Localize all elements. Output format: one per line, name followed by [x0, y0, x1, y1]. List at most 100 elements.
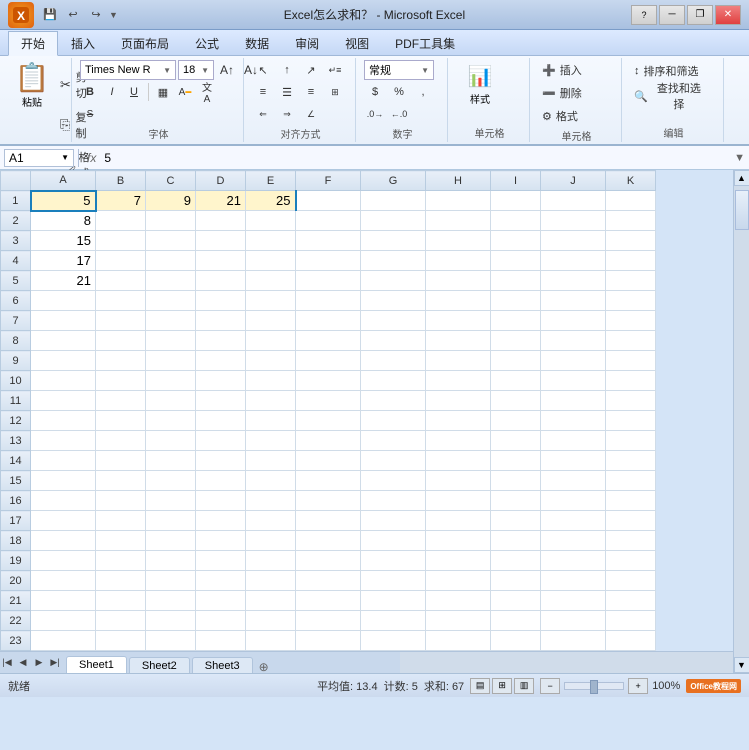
cell-H4[interactable]	[426, 251, 491, 271]
col-header-A[interactable]: A	[31, 171, 96, 191]
cell-E5[interactable]	[246, 271, 296, 291]
cell-K4[interactable]	[606, 251, 656, 271]
scroll-thumb[interactable]	[735, 190, 749, 230]
col-header-J[interactable]: J	[541, 171, 606, 191]
cell-H2[interactable]	[426, 211, 491, 231]
cell-B3[interactable]	[96, 231, 146, 251]
zoom-thumb[interactable]	[590, 680, 598, 694]
decrease-decimal-btn[interactable]: ←.0	[388, 104, 410, 124]
tab-insert[interactable]: 插入	[58, 31, 108, 55]
col-header-K[interactable]: K	[606, 171, 656, 191]
tab-prev-btn[interactable]: ◀	[16, 657, 30, 668]
currency-btn[interactable]: $	[364, 82, 386, 102]
font-color-btn[interactable]: 文A	[197, 82, 217, 102]
underline-btn[interactable]: U	[124, 82, 144, 102]
cell-D3[interactable]	[196, 231, 246, 251]
fill-color-btn[interactable]: A▬	[175, 82, 195, 102]
cell-B2[interactable]	[96, 211, 146, 231]
cell-J3[interactable]	[541, 231, 606, 251]
cell-F4[interactable]	[296, 251, 361, 271]
delete-cell-btn[interactable]: ➖ 删除	[538, 83, 608, 103]
cell-H5[interactable]	[426, 271, 491, 291]
align-top-left-btn[interactable]: ↖	[252, 60, 274, 80]
cell-A1[interactable]: 5	[31, 191, 96, 211]
col-header-I[interactable]: I	[491, 171, 541, 191]
cell-I1[interactable]	[491, 191, 541, 211]
cell-E4[interactable]	[246, 251, 296, 271]
col-header-F[interactable]: F	[296, 171, 361, 191]
cell-F5[interactable]	[296, 271, 361, 291]
zoom-slider[interactable]	[564, 682, 624, 690]
h-scroll-track[interactable]	[400, 652, 734, 673]
formula-expand-btn[interactable]: ▼	[734, 152, 745, 164]
percent-btn[interactable]: %	[388, 82, 410, 102]
cell-K3[interactable]	[606, 231, 656, 251]
cell-C3[interactable]	[146, 231, 196, 251]
find-select-btn[interactable]: 🔍 查找和选择	[630, 85, 710, 107]
orient-btn[interactable]: ∠	[300, 104, 322, 124]
col-header-G[interactable]: G	[361, 171, 426, 191]
indent-decrease-btn[interactable]: ⇐	[252, 104, 274, 124]
merge-btn[interactable]: ⊞	[324, 82, 346, 102]
sheet-tab-1[interactable]: Sheet1	[66, 656, 127, 673]
border-btn[interactable]: ▦	[153, 82, 173, 102]
tab-review[interactable]: 审阅	[282, 31, 332, 55]
col-header-C[interactable]: C	[146, 171, 196, 191]
page-layout-btn[interactable]: ⊞	[492, 678, 512, 694]
font-size-selector[interactable]: 18 ▼	[178, 60, 214, 80]
cell-F1[interactable]	[296, 191, 361, 211]
cell-C5[interactable]	[146, 271, 196, 291]
cell-A3[interactable]: 15	[31, 231, 96, 251]
cell-D5[interactable]	[196, 271, 246, 291]
cell-K2[interactable]	[606, 211, 656, 231]
align-top-right-btn[interactable]: ↗	[300, 60, 322, 80]
cell-H3[interactable]	[426, 231, 491, 251]
insert-cell-btn[interactable]: ➕ 插入	[538, 60, 608, 80]
bold-btn[interactable]: B	[80, 82, 100, 102]
cell-C4[interactable]	[146, 251, 196, 271]
ribbon-toggle-btn[interactable]: ?	[631, 5, 657, 25]
align-center-btn[interactable]: ☰	[276, 82, 298, 102]
cell-A4[interactable]: 17	[31, 251, 96, 271]
col-header-E[interactable]: E	[246, 171, 296, 191]
cell-E2[interactable]	[246, 211, 296, 231]
scroll-down-btn[interactable]: ▼	[734, 657, 749, 673]
tab-data[interactable]: 数据	[232, 31, 282, 55]
cell-K1[interactable]	[606, 191, 656, 211]
qa-dropdown[interactable]: ▼	[109, 10, 118, 20]
comma-btn[interactable]: ,	[412, 82, 434, 102]
minimize-btn[interactable]: ─	[659, 5, 685, 25]
cell-J5[interactable]	[541, 271, 606, 291]
cell-F2[interactable]	[296, 211, 361, 231]
tab-home[interactable]: 开始	[8, 31, 58, 56]
number-format-selector[interactable]: 常规 ▼	[364, 60, 434, 80]
cell-I5[interactable]	[491, 271, 541, 291]
cell-E1[interactable]: 25	[246, 191, 296, 211]
cell-I4[interactable]	[491, 251, 541, 271]
wrap-text-btn[interactable]: ↵≡	[324, 60, 346, 80]
tab-next-btn[interactable]: ▶	[32, 657, 46, 668]
scroll-up-btn[interactable]: ▲	[734, 170, 749, 186]
align-right-btn[interactable]: ≡	[300, 82, 322, 102]
insert-sheet-btn[interactable]: ⊕	[255, 660, 273, 673]
indent-increase-btn[interactable]: ⇒	[276, 104, 298, 124]
cell-F3[interactable]	[296, 231, 361, 251]
increase-font-btn[interactable]: A↑	[216, 60, 238, 80]
align-left-btn[interactable]: ≡	[252, 82, 274, 102]
zoom-in-btn[interactable]: +	[628, 678, 648, 694]
increase-decimal-btn[interactable]: .0→	[364, 104, 386, 124]
font-name-selector[interactable]: Times New R ▼	[80, 60, 176, 80]
align-top-center-btn[interactable]: ↑	[276, 60, 298, 80]
grid-container[interactable]: A B C D E F G H I J K	[0, 170, 733, 651]
cell-A2[interactable]: 8	[31, 211, 96, 231]
tab-formulas[interactable]: 公式	[182, 31, 232, 55]
col-header-D[interactable]: D	[196, 171, 246, 191]
format-cell-btn[interactable]: ⚙ 格式	[538, 106, 608, 126]
scroll-track[interactable]	[734, 186, 749, 657]
normal-view-btn[interactable]: ▤	[470, 678, 490, 694]
cell-G5[interactable]	[361, 271, 426, 291]
strikethrough-btn[interactable]: S	[80, 104, 100, 124]
cell-name-box[interactable]: A1 ▼	[4, 149, 74, 167]
cell-J2[interactable]	[541, 211, 606, 231]
cell-K5[interactable]	[606, 271, 656, 291]
